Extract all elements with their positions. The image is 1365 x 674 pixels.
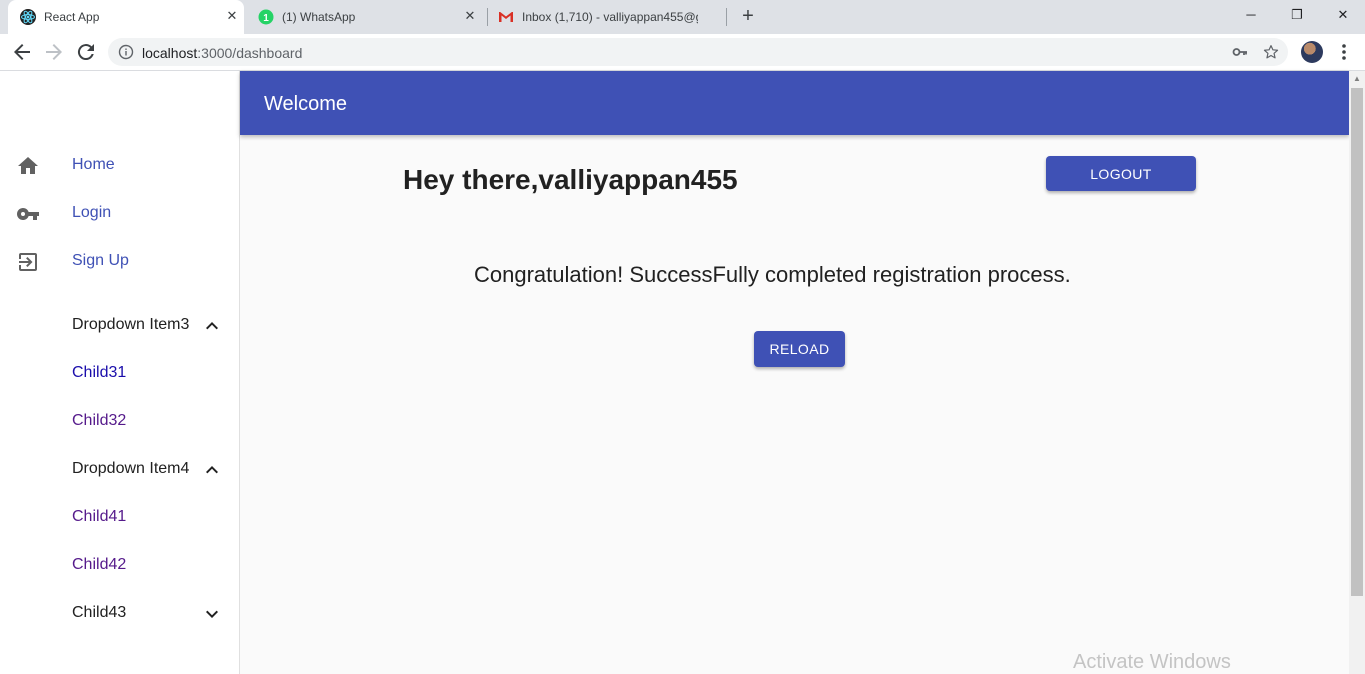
sidebar-item-home[interactable]: Home (0, 142, 239, 190)
restore-button[interactable]: ❐ (1274, 0, 1320, 30)
forward-arrow-icon[interactable] (42, 40, 66, 64)
dropdown-label: Child43 (72, 604, 127, 621)
sidebar-child-31[interactable]: Child31 (0, 350, 239, 398)
chevron-up-icon[interactable] (200, 314, 224, 338)
sidebar-child-32[interactable]: Child32 (0, 398, 239, 446)
react-icon (20, 9, 36, 25)
tab-whatsapp[interactable]: 1 (1) WhatsApp ✕ (248, 0, 484, 34)
app-title: Welcome (264, 93, 347, 115)
sidebar-item-label: Sign Up (72, 252, 129, 269)
bookmark-star-icon[interactable] (1262, 43, 1280, 61)
reload-button[interactable]: RELOAD (754, 331, 845, 367)
dropdown-label: Dropdown Item4 (72, 460, 190, 477)
new-tab-button[interactable]: + (738, 6, 758, 26)
sidebar-drawer: Home Login Sign Up Dropdown Item3 Child3… (0, 71, 240, 674)
scrollbar-thumb[interactable] (1351, 88, 1363, 596)
logout-button[interactable]: LOGOUT (1046, 156, 1196, 191)
url-host: localhost (142, 45, 198, 61)
url-text: localhost:3000/dashboard (142, 45, 302, 61)
key-icon (16, 208, 39, 220)
sidebar-child-42[interactable]: Child42 (0, 542, 239, 590)
info-icon[interactable] (118, 44, 134, 60)
close-tab-icon[interactable]: ✕ (224, 8, 240, 24)
svg-text:1: 1 (263, 13, 269, 24)
tab-title: Inbox (1,710) - valliyappan455@g (522, 10, 698, 24)
scroll-up-arrow-icon[interactable]: ▲ (1349, 71, 1365, 87)
sidebar-item-signup[interactable]: Sign Up (0, 238, 239, 286)
child-link[interactable]: Child41 (72, 508, 126, 526)
browser-menu-icon[interactable] (1337, 42, 1351, 62)
browser-tabstrip: React App ✕ 1 (1) WhatsApp ✕ Inbox (1,71… (0, 0, 1365, 34)
tab-gmail[interactable]: Inbox (1,710) - valliyappan455@g (488, 0, 724, 34)
sidebar-dropdown-item4[interactable]: Dropdown Item4 (0, 446, 239, 494)
reload-page-icon[interactable] (74, 40, 98, 64)
password-key-icon[interactable] (1232, 44, 1248, 60)
child-link[interactable]: Child42 (72, 556, 126, 574)
tab-react-app[interactable]: React App ✕ (8, 0, 244, 34)
tab-title: (1) WhatsApp (282, 10, 356, 24)
child-link[interactable]: Child31 (72, 364, 126, 382)
sidebar-dropdown-child43[interactable]: Child43 (0, 590, 239, 638)
profile-avatar[interactable] (1301, 41, 1323, 63)
sidebar-dropdown-item3[interactable]: Dropdown Item3 (0, 302, 239, 350)
url-path: :3000/dashboard (197, 45, 303, 61)
activate-windows-watermark: Activate Windows (1073, 651, 1231, 673)
sidebar-item-label: Home (72, 156, 115, 173)
back-arrow-icon[interactable] (10, 40, 34, 64)
tab-title: React App (44, 10, 100, 24)
chevron-down-icon[interactable] (200, 602, 224, 626)
tab-separator (726, 8, 727, 26)
app-bar: Welcome (240, 71, 1349, 135)
close-tab-icon[interactable]: ✕ (462, 8, 478, 24)
chevron-up-icon[interactable] (200, 458, 224, 482)
sidebar-item-label: Login (72, 204, 112, 221)
sidebar-child-41[interactable]: Child41 (0, 494, 239, 542)
browser-toolbar: localhost:3000/dashboard (0, 34, 1365, 71)
address-bar[interactable]: localhost:3000/dashboard (108, 38, 1288, 66)
close-window-button[interactable]: ✕ (1320, 0, 1365, 30)
minimize-button[interactable]: ─ (1228, 0, 1274, 30)
gmail-icon (499, 12, 513, 22)
greeting-heading: Hey there,valliyappan455 (403, 164, 738, 195)
signup-icon (19, 253, 37, 271)
sidebar-item-login[interactable]: Login (0, 190, 239, 238)
home-icon (18, 157, 38, 174)
child-link[interactable]: Child32 (72, 412, 126, 430)
dropdown-label: Dropdown Item3 (72, 316, 190, 333)
success-message: Congratulation! SuccessFully completed r… (474, 262, 1071, 287)
whatsapp-icon: 1 (258, 9, 274, 25)
